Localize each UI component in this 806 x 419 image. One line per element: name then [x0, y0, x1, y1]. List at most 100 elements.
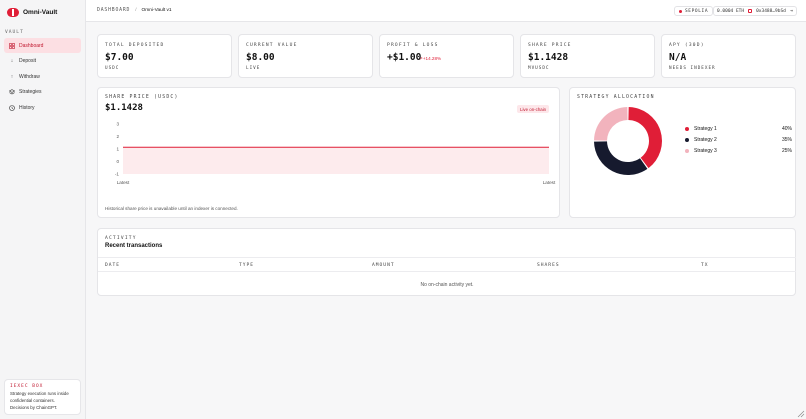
share-price-panel-value: $1.1428	[105, 103, 143, 113]
y-tick-label: 2	[116, 134, 119, 139]
kpi-sub: MVUSDC	[528, 66, 550, 71]
allocation-panel-label: STRATEGY ALLOCATION	[577, 95, 655, 100]
column-header-tx: TX	[701, 263, 709, 268]
legend-pct: 40%	[781, 126, 792, 132]
kpi-value: +$1.00	[387, 52, 422, 63]
donut-slice-strategy-1[interactable]	[628, 107, 662, 169]
tee-info-box: IEXEC BOX Strategy execution runs inside…	[4, 379, 81, 415]
share-price-area	[123, 147, 549, 174]
tee-text-line-2: confidential containers.	[10, 398, 55, 403]
wallet-icon	[748, 9, 753, 13]
sidebar-nav: Dashboard ↓ Deposit ↑ Withdraw Strategie…	[4, 38, 81, 116]
sidebar-section-label: VAULT	[5, 30, 24, 35]
x-tick-label: Latest	[543, 180, 556, 185]
brand-logo-icon	[7, 8, 19, 17]
column-header-amount: AMOUNT	[372, 263, 395, 268]
sidebar-item-label: Strategies	[19, 89, 42, 96]
resize-grip-icon[interactable]	[797, 410, 805, 418]
kpi-value: $8.00	[246, 52, 275, 63]
kpi-sub: USDC	[105, 66, 120, 71]
allocation-legend-row: Strategy 1 40%	[685, 125, 795, 133]
strategy-allocation-panel: STRATEGY ALLOCATION Strategy 1 40% Strat…	[569, 87, 796, 218]
legend-name: Strategy 2	[694, 137, 717, 143]
kpi-value: $7.00	[105, 52, 134, 63]
sidebar-item-label: Deposit	[19, 58, 36, 65]
legend-pct: 35%	[781, 137, 792, 143]
sidebar-item-dashboard[interactable]: Dashboard	[4, 38, 81, 53]
breadcrumb-current: Omni-Vault v1	[141, 8, 172, 13]
brand-name: Omni-Vault	[23, 9, 58, 16]
wallet-address: 0x3488…9bSd	[756, 8, 786, 14]
kpi-value: N/A	[669, 52, 687, 63]
grid-icon	[9, 42, 15, 49]
kpi-sub: LIVE	[246, 66, 261, 71]
clock-icon	[9, 105, 15, 111]
arrow-up-icon: ↑	[10, 73, 14, 80]
y-tick-label: -1	[115, 172, 120, 177]
column-header-shares: SHARES	[537, 263, 560, 268]
sidebar: Omni-Vault VAULT Dashboard ↓ Deposit ↑ W…	[0, 0, 86, 419]
arrow-down-icon: ↓	[10, 58, 14, 65]
kpi-value: $1.1428	[528, 52, 569, 63]
kpi-change-badge: ↗+14.28%	[419, 56, 442, 61]
tee-title: IEXEC BOX	[10, 384, 44, 389]
kpi-card-total-deposited: TOTAL DEPOSITED $7.00 USDC	[97, 34, 232, 78]
network-selector[interactable]: SEPOLIA	[674, 6, 714, 16]
kpi-label: SHARE PRICE	[528, 43, 572, 48]
activity-label: ACTIVITY	[105, 236, 137, 241]
y-tick-label: 3	[116, 122, 119, 127]
wallet-button[interactable]: 0.0004 ETH 0x3488…9bSd ⇥	[713, 6, 797, 16]
sidebar-item-withdraw[interactable]: ↑ Withdraw	[4, 69, 81, 84]
breadcrumb-separator: /	[135, 8, 137, 13]
legend-name: Strategy 1	[694, 126, 717, 132]
share-price-note: Historical share price is unavailable un…	[105, 206, 238, 211]
app-root: Omni-Vault VAULT Dashboard ↓ Deposit ↑ W…	[0, 0, 806, 419]
breadcrumb: DASHBOARD / Omni-Vault v1	[97, 8, 172, 13]
sidebar-item-label: History	[19, 104, 35, 111]
sidebar-item-history[interactable]: History	[4, 100, 81, 115]
kpi-card-current-value: CURRENT VALUE $8.00 LIVE	[238, 34, 373, 78]
y-tick-label: 1	[116, 147, 119, 152]
brand[interactable]: Omni-Vault	[7, 8, 57, 17]
column-header-date: DATE	[105, 263, 121, 268]
recent-transactions-panel: ACTIVITY Recent transactions DATE TYPE A…	[97, 228, 796, 296]
transactions-empty-state: No on-chain activity yet.	[420, 282, 474, 288]
live-onchain-badge: Live on-chain	[517, 105, 550, 113]
legend-dot	[685, 127, 689, 131]
kpi-label: CURRENT VALUE	[246, 43, 298, 48]
legend-pct: 25%	[781, 148, 792, 154]
sidebar-item-label: Withdraw	[19, 73, 40, 80]
sidebar-item-deposit[interactable]: ↓ Deposit	[4, 54, 81, 69]
legend-name: Strategy 3	[694, 148, 717, 154]
wallet-balance: 0.0004 ETH	[717, 8, 745, 14]
legend-dot	[685, 138, 689, 142]
logout-icon[interactable]: ⇥	[790, 8, 793, 14]
network-name: SEPOLIA	[685, 8, 709, 14]
transactions-table-header: DATE TYPE AMOUNT SHARES TX	[98, 257, 796, 272]
kpi-card-share-price: SHARE PRICE $1.1428 MVUSDC	[520, 34, 655, 78]
sidebar-item-strategies[interactable]: Strategies	[4, 85, 81, 100]
network-status-dot	[679, 9, 682, 13]
legend-dot	[685, 149, 689, 153]
tee-text-line-3: Decisions by ChainGPT.	[10, 405, 58, 410]
share-price-chart: 3 2 1 0 -1 Latest Latest	[115, 122, 556, 185]
allocation-donut-chart	[594, 107, 662, 175]
breadcrumb-root[interactable]: DASHBOARD	[97, 8, 130, 13]
allocation-legend-row: Strategy 3 25%	[685, 147, 795, 155]
topbar: DASHBOARD / Omni-Vault v1 SEPOLIA 0.0004…	[86, 0, 806, 22]
layers-icon	[9, 89, 15, 95]
kpi-card-profit-loss: PROFIT & LOSS +$1.00 ↗+14.28%	[379, 34, 514, 78]
donut-slice-strategy-3[interactable]	[594, 107, 628, 141]
transactions-title: Recent transactions	[105, 243, 163, 249]
y-tick-label: 0	[116, 159, 119, 164]
share-price-panel-label: SHARE PRICE (USDC)	[105, 95, 179, 100]
tee-text-line-1: Strategy execution runs inside	[10, 391, 69, 396]
kpi-card-apy: APY (30D) N/A NEEDS INDEXER	[661, 34, 796, 78]
allocation-legend-row: Strategy 2 35%	[685, 136, 795, 144]
kpi-label: APY (30D)	[669, 43, 705, 48]
x-tick-label: Latest	[117, 180, 130, 185]
column-header-type: TYPE	[239, 263, 255, 268]
kpi-label: TOTAL DEPOSITED	[105, 43, 165, 48]
kpi-label: PROFIT & LOSS	[387, 43, 439, 48]
donut-slice-strategy-2[interactable]	[594, 141, 648, 175]
